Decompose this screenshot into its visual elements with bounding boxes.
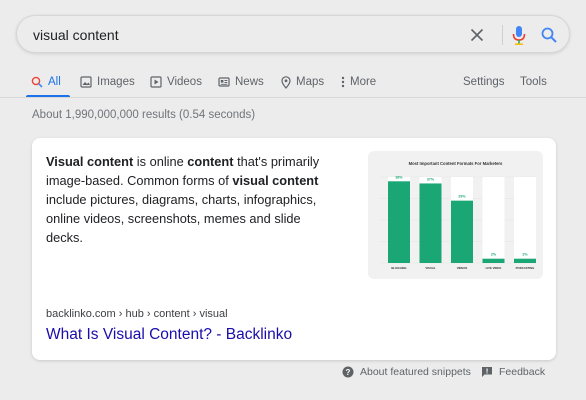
result-url[interactable]: backlinko.com › hub › content › visual — [46, 308, 228, 320]
chart-value-label: 2% — [491, 253, 497, 257]
tab-news-label: News — [235, 76, 264, 88]
result-stats: About 1,990,000,000 results (0.54 second… — [32, 109, 256, 121]
search-box-divider — [502, 25, 503, 45]
about-featured-snippets-link[interactable]: ? About featured snippets — [342, 364, 471, 380]
snippet-part-2: content — [187, 154, 234, 169]
tabs-divider — [0, 97, 586, 98]
map-pin-icon — [281, 75, 291, 89]
search-box[interactable] — [16, 15, 570, 53]
chart-category-label: VISUAL — [425, 266, 436, 270]
snippet-thumbnail[interactable]: Most Important Content Formats For Marke… — [368, 151, 543, 279]
chart-bar-podcasting — [514, 258, 536, 263]
search-icon — [31, 76, 43, 88]
feedback-link[interactable]: Feedback — [481, 364, 545, 380]
chart-category-label: BLOGGING — [391, 266, 406, 270]
snippet-part-1: is online — [133, 154, 188, 169]
result-title-link[interactable]: What Is Visual Content? - Backlinko — [46, 326, 292, 344]
play-icon — [150, 76, 162, 88]
tab-maps[interactable]: Maps — [281, 66, 324, 98]
chart-value-label: 29% — [458, 195, 466, 199]
featured-snippet-card: Visual content is online content that's … — [32, 138, 556, 360]
chart-value-label: 38% — [395, 175, 403, 179]
more-vert-icon — [341, 76, 345, 88]
chart-category-label: PODCASTING — [516, 266, 535, 270]
tools-label: Tools — [520, 76, 547, 88]
about-featured-snippets-label: About featured snippets — [360, 366, 471, 378]
chart-bar-track — [514, 177, 536, 263]
tab-more-label: More — [350, 76, 377, 88]
help-icon: ? — [342, 366, 354, 378]
voice-search-button[interactable] — [507, 23, 531, 47]
tab-images[interactable]: Images — [80, 66, 135, 98]
chart-value-label: 37% — [427, 177, 435, 181]
snippet-part-5: include pictures, diagrams, charts, info… — [46, 192, 317, 245]
search-tabs: All Images Videos News Maps More Setting… — [0, 66, 586, 98]
chart-bar-visual — [419, 183, 442, 263]
svg-text:?: ? — [346, 368, 351, 377]
search-input[interactable] — [33, 25, 433, 45]
close-icon — [470, 28, 484, 42]
feedback-label: Feedback — [499, 366, 546, 378]
image-icon — [80, 76, 92, 88]
thumbnail-chart-title: Most Important Content Formats For Marke… — [409, 161, 503, 166]
chart-bar-live-video — [482, 258, 505, 263]
settings-link[interactable]: Settings — [463, 66, 505, 98]
chart-category-label: VIDEOS — [457, 266, 468, 270]
tab-all-label: All — [48, 76, 61, 88]
bar-chart-thumbnail: Most Important Content Formats For Marke… — [380, 161, 536, 270]
news-icon — [218, 77, 230, 87]
chart-value-label: 2% — [522, 253, 528, 257]
feedback-icon — [482, 367, 492, 377]
tab-videos[interactable]: Videos — [150, 66, 202, 98]
chart-bar-blogging — [388, 181, 410, 263]
snippet-part-0: Visual content — [46, 154, 134, 169]
snippet-text: Visual content is online content that's … — [46, 152, 336, 247]
tab-news[interactable]: News — [218, 66, 264, 98]
tab-all[interactable]: All — [31, 66, 61, 98]
settings-label: Settings — [463, 76, 505, 88]
search-submit-button[interactable] — [537, 23, 561, 47]
chart-category-label: LIVE VIDEO — [486, 266, 503, 270]
tools-link[interactable]: Tools — [520, 66, 547, 98]
tab-more[interactable]: More — [341, 66, 376, 98]
chart-bar-videos — [451, 200, 473, 263]
chart-bar-track — [482, 177, 505, 263]
clear-search-button[interactable] — [465, 23, 489, 47]
tab-maps-label: Maps — [296, 76, 325, 88]
tab-videos-label: Videos — [167, 76, 202, 88]
microphone-icon — [512, 26, 526, 45]
tab-images-label: Images — [97, 76, 135, 88]
search-icon — [541, 27, 557, 43]
snippet-part-4: visual content — [232, 173, 319, 188]
